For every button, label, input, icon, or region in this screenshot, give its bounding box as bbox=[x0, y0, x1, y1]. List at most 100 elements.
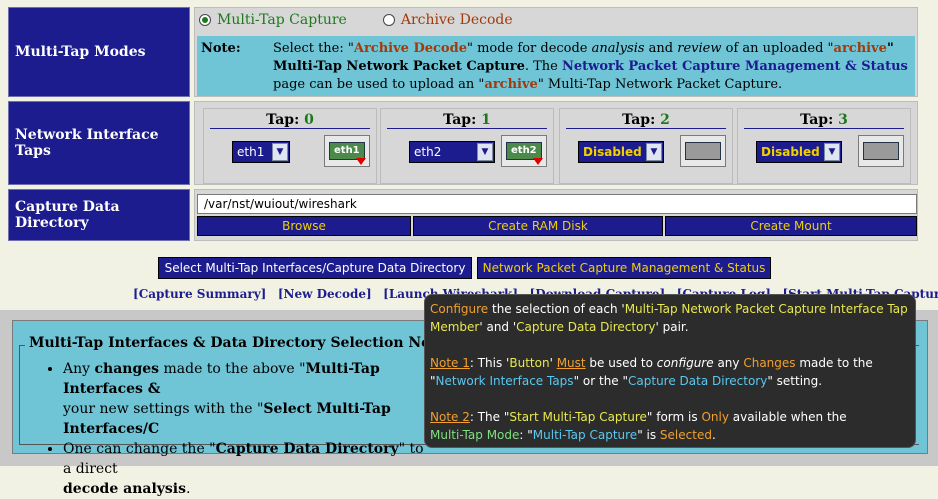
directory-buttons: Browse Create RAM Disk Create Mount bbox=[197, 216, 917, 236]
tip-text: be used to bbox=[585, 356, 657, 370]
tap-0-select[interactable]: eth1 ▼ bbox=[232, 141, 290, 163]
tooltip-paragraph: Note 2: The "Start Multi-Tap Capture" fo… bbox=[430, 408, 910, 444]
tip-text: Multi-Tap Capture bbox=[532, 428, 638, 442]
notes-list: Any changes made to the above "Multi-Tap… bbox=[47, 359, 427, 499]
tap-2-value: Disabled bbox=[583, 145, 642, 159]
tooltip-paragraph: Note 1: This 'Button' Must be used to co… bbox=[430, 354, 910, 390]
mode-options: Multi-Tap Capture Archive Decode bbox=[199, 12, 513, 28]
tap-1: Tap: 1 eth2 ▼ eth2 bbox=[380, 108, 554, 184]
note-text: made to the above " bbox=[159, 361, 306, 377]
create-ram-disk-button[interactable]: Create RAM Disk bbox=[413, 216, 663, 236]
tooltip-paragraph: Configure the selection of each 'Multi-T… bbox=[430, 300, 910, 336]
tip-text: ' pair. bbox=[655, 320, 689, 334]
note-part: and bbox=[644, 41, 678, 56]
list-item: Any changes made to the above "Multi-Tap… bbox=[63, 359, 427, 439]
modes-header: Multi-Tap Modes bbox=[8, 7, 190, 97]
tip-text: ' and ' bbox=[479, 320, 517, 334]
note-text: Capture Data Directory bbox=[215, 441, 399, 457]
note-text: your new settings with the " bbox=[63, 401, 264, 417]
directory-path-input[interactable]: /var/nst/wuiout/wireshark bbox=[197, 194, 917, 214]
nic-disabled-icon[interactable] bbox=[680, 135, 726, 167]
tip-text: Must bbox=[556, 356, 586, 370]
tap-label: Tap: bbox=[266, 112, 300, 128]
tip-text: Start Multi-Tap Capture bbox=[509, 410, 647, 424]
note-part: of an uploaded " bbox=[721, 41, 834, 56]
tap-label: Tap: bbox=[443, 112, 477, 128]
radio-capture[interactable] bbox=[199, 14, 211, 26]
taps-panel: Tap: 0 eth1 ▼ eth1 Tap: 1 eth2 ▼ eth2 Tap:… bbox=[194, 101, 918, 185]
chevron-down-icon: ▼ bbox=[646, 143, 662, 161]
modes-header-label: Multi-Tap Modes bbox=[15, 44, 146, 60]
tap-label: Tap: bbox=[622, 112, 656, 128]
note-text: . bbox=[186, 481, 191, 497]
tip-text: " or the " bbox=[573, 374, 629, 388]
tip-text: Capture Data Directory bbox=[628, 374, 768, 388]
tip-text: : This ' bbox=[469, 356, 510, 370]
nic-icon[interactable]: eth2 bbox=[501, 135, 547, 167]
note-part: Select the: " bbox=[273, 41, 354, 56]
taps-header: Network Interface Taps bbox=[8, 101, 190, 185]
nic-icon[interactable]: eth1 bbox=[324, 135, 370, 167]
tap-3-select[interactable]: Disabled ▼ bbox=[756, 141, 842, 163]
tap-number: 0 bbox=[304, 112, 314, 128]
tap-number: 3 bbox=[838, 112, 848, 128]
directory-header: Capture Data Directory bbox=[8, 189, 190, 241]
chevron-down-icon: ▼ bbox=[272, 143, 288, 161]
tip-text: Multi-Tap Mode bbox=[430, 428, 520, 442]
tip-text: Configure bbox=[430, 302, 489, 316]
tip-text: Selected bbox=[659, 428, 712, 442]
radio-decode[interactable] bbox=[382, 14, 395, 26]
tap-2-select[interactable]: Disabled ▼ bbox=[578, 141, 664, 163]
nic-label: eth2 bbox=[511, 145, 537, 156]
directory-panel: /var/nst/wuiout/wireshark Browse Create … bbox=[194, 189, 918, 241]
tip-text: configure bbox=[656, 356, 714, 370]
tip-text: : " bbox=[519, 428, 533, 442]
management-button[interactable]: Network Packet Capture Management & Stat… bbox=[477, 257, 771, 279]
note-part: archive bbox=[484, 77, 538, 92]
directory-header-label: Capture Data Directory bbox=[15, 199, 120, 231]
tip-text: " is bbox=[637, 428, 660, 442]
browse-button[interactable]: Browse bbox=[197, 216, 411, 236]
nic-label: eth1 bbox=[334, 145, 360, 156]
tip-text: Network Interface Taps bbox=[435, 374, 574, 388]
option-capture-label[interactable]: Multi-Tap Capture bbox=[217, 12, 347, 28]
note-text: Select the: "Archive Decode" mode for de… bbox=[273, 40, 913, 94]
tip-text: available when the bbox=[728, 410, 847, 424]
tip-text: " form is bbox=[646, 410, 702, 424]
note-text: changes bbox=[94, 361, 160, 377]
note-part: archive bbox=[833, 41, 887, 56]
note-part: page can be used to upload an " bbox=[273, 77, 485, 92]
create-mount-button[interactable]: Create Mount bbox=[665, 216, 917, 236]
note-part: . The bbox=[524, 59, 562, 74]
note-text: One can change the " bbox=[63, 441, 216, 457]
modes-panel: Multi-Tap Capture Archive Decode Note: S… bbox=[194, 7, 918, 97]
note-part: Network Packet Capture Management & Stat… bbox=[562, 59, 908, 74]
tap-title: Tap: 0 bbox=[210, 109, 370, 129]
tap-label: Tap: bbox=[800, 112, 834, 128]
tip-text: Changes bbox=[743, 356, 796, 370]
tap-1-value: eth2 bbox=[414, 145, 442, 159]
note-text: Any bbox=[63, 361, 95, 377]
tip-text: Only bbox=[701, 410, 729, 424]
note-text: decode analysis bbox=[63, 481, 186, 497]
tip-text: any bbox=[713, 356, 744, 370]
nic-disabled-icon[interactable] bbox=[858, 135, 904, 167]
chevron-down-icon: ▼ bbox=[824, 143, 840, 161]
tip-text: " setting. bbox=[767, 374, 823, 388]
link-new-decode[interactable]: New Decode bbox=[284, 287, 367, 301]
select-interfaces-button[interactable]: Select Multi-Tap Interfaces/Capture Data… bbox=[158, 257, 472, 279]
tap-title: Tap: 3 bbox=[744, 109, 904, 129]
tip-text: ' bbox=[549, 356, 557, 370]
note-part: Archive Decode bbox=[353, 41, 467, 56]
tip-text: Capture Data Directory bbox=[516, 320, 656, 334]
tap-title: Tap: 1 bbox=[387, 109, 547, 129]
tap-1-select[interactable]: eth2 ▼ bbox=[409, 141, 495, 163]
link-capture-summary[interactable]: Capture Summary bbox=[139, 287, 261, 301]
note-part: " mode for decode bbox=[466, 41, 592, 56]
list-item: One can change the "Capture Data Directo… bbox=[63, 439, 427, 499]
notes-legend: Multi-Tap Interfaces & Data Directory Se… bbox=[25, 335, 458, 351]
tip-text: the selection of each ' bbox=[488, 302, 625, 316]
chevron-down-icon: ▼ bbox=[477, 143, 493, 161]
mode-note: Note: Select the: "Archive Decode" mode … bbox=[197, 36, 915, 96]
option-decode-label[interactable]: Archive Decode bbox=[401, 12, 513, 28]
